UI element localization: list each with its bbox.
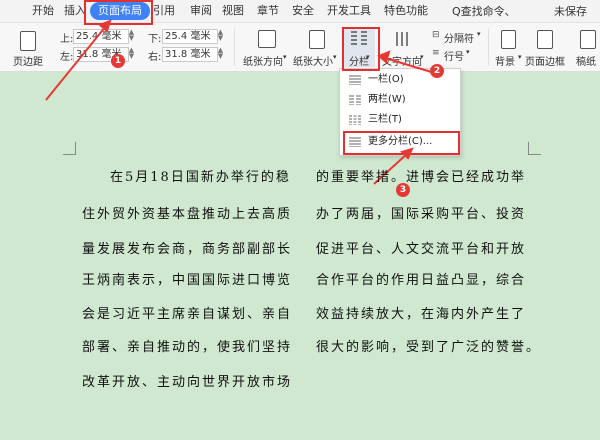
document-line: 很大的影响，受到了广泛的赞誉。: [316, 340, 542, 355]
page-corner-mark: [528, 142, 541, 155]
document-line: 住外贸外资基本盘推动上去高质: [82, 207, 293, 222]
document-line: 合作平台的作用日益凸显，综合: [316, 273, 527, 288]
document-line: 改革开放、主动向世界开放市场: [82, 375, 293, 390]
document-line: 部署、亲自推动的，使我们坚持: [82, 340, 293, 355]
document-line: 在5月18日国新办举行的稳: [110, 170, 291, 185]
step-badge-3: 3: [396, 183, 410, 197]
document-line: 量发展发布会商，商务部副部长: [82, 242, 293, 257]
step-badge-1: 1: [111, 54, 125, 68]
document-line: 办了两届，国际采购平台、投资: [316, 207, 527, 222]
document-line: 的重要举措。进博会已经成功举: [316, 170, 527, 185]
page-corner-mark: [63, 142, 76, 155]
document-line: 促进平台、人文交流平台和开放: [316, 242, 527, 257]
document-line: 王炳南表示，中国国际进口博览: [82, 273, 293, 288]
document-line: 会是习近平主席亲自谋划、亲自: [82, 307, 293, 322]
document-line: 效益持续放大，在海内外产生了: [316, 307, 527, 322]
step-badge-2: 2: [430, 64, 444, 78]
